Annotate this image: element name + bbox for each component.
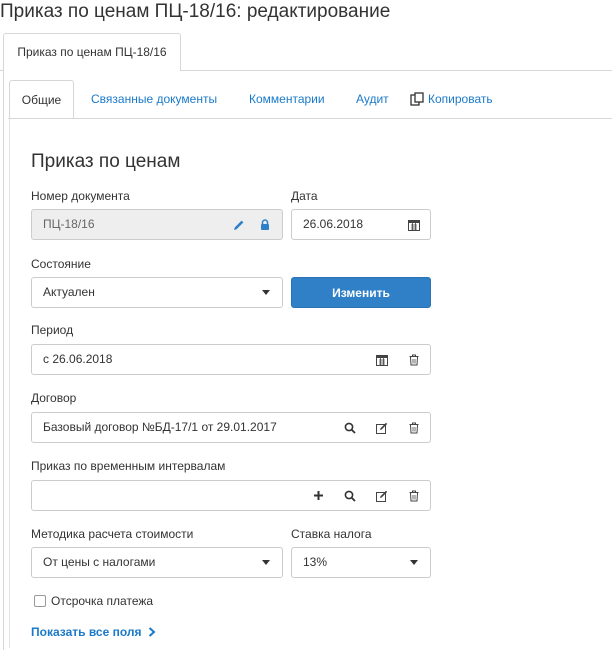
period-value: с 26.06.2018 (43, 352, 113, 366)
calendar-icon[interactable] (374, 345, 390, 374)
copy-icon (410, 92, 424, 106)
contract-label: Договор (31, 391, 77, 405)
period-label: Период (31, 323, 74, 337)
search-icon[interactable] (342, 413, 358, 442)
tab-audit[interactable]: Аудит (356, 80, 389, 118)
deferral-label: Отсрочка платежа (51, 594, 154, 608)
doc-number-value: ПЦ-18/16 (43, 217, 95, 231)
show-all-fields-label: Показать все поля (31, 625, 142, 639)
calc-method-label: Методика расчета стоимости (31, 527, 194, 541)
trash-icon[interactable] (406, 345, 422, 374)
search-icon[interactable] (342, 481, 358, 510)
tab-general[interactable]: Общие (9, 80, 74, 118)
tab-related-documents[interactable]: Связанные документы (91, 80, 217, 118)
chevron-right-icon (148, 627, 156, 637)
contract-field[interactable]: Базовый договор №БД-17/1 от 29.01.2017 (31, 412, 431, 443)
lock-icon (257, 210, 273, 239)
trash-icon[interactable] (406, 481, 422, 510)
tab-copy-label: Копировать (428, 92, 493, 106)
page-title: Приказ по ценам ПЦ-18/16: редактирование (0, 1, 391, 22)
period-field[interactable]: с 26.06.2018 (31, 344, 431, 375)
contract-value: Базовый договор №БД-17/1 от 29.01.2017 (43, 420, 277, 434)
chevron-down-icon (406, 548, 422, 577)
status-select[interactable]: Актуален (31, 277, 283, 308)
tab-comments[interactable]: Комментарии (249, 80, 325, 118)
trash-icon[interactable] (406, 413, 422, 442)
pencil-icon[interactable] (231, 210, 247, 239)
content-border (9, 118, 10, 648)
calc-method-select[interactable]: От цены с налогами (31, 547, 283, 578)
deferral-checkbox[interactable] (34, 595, 46, 607)
tax-rate-label: Ставка налога (291, 527, 372, 541)
date-label: Дата (291, 189, 318, 203)
tab-copy[interactable]: Копировать (410, 80, 493, 118)
interval-order-label: Приказ по временным интервалам (31, 459, 226, 473)
edit-icon[interactable] (374, 481, 390, 510)
date-field[interactable]: 26.06.2018 (291, 209, 431, 240)
change-status-button[interactable]: Изменить (291, 277, 431, 308)
status-label: Состояние (31, 257, 91, 271)
plus-icon[interactable] (310, 481, 326, 510)
chevron-down-icon (258, 278, 274, 307)
doc-number-field: ПЦ-18/16 (31, 209, 283, 240)
tax-rate-select[interactable]: 13% (291, 547, 431, 578)
show-all-fields-link[interactable]: Показать все поля (31, 625, 156, 639)
edit-icon[interactable] (374, 413, 390, 442)
section-title: Приказ по ценам (31, 151, 181, 172)
calc-method-value: От цены с налогами (43, 555, 156, 569)
doc-number-label: Номер документа (31, 189, 130, 203)
inner-tab-bar (8, 118, 612, 119)
calendar-icon[interactable] (406, 210, 422, 239)
tab-document[interactable]: Приказ по ценам ПЦ-18/16 (3, 33, 181, 71)
chevron-down-icon (258, 548, 274, 577)
date-value: 26.06.2018 (303, 217, 364, 231)
status-value: Актуален (43, 285, 95, 299)
interval-order-field[interactable] (31, 480, 431, 511)
tax-rate-value: 13% (303, 555, 328, 569)
